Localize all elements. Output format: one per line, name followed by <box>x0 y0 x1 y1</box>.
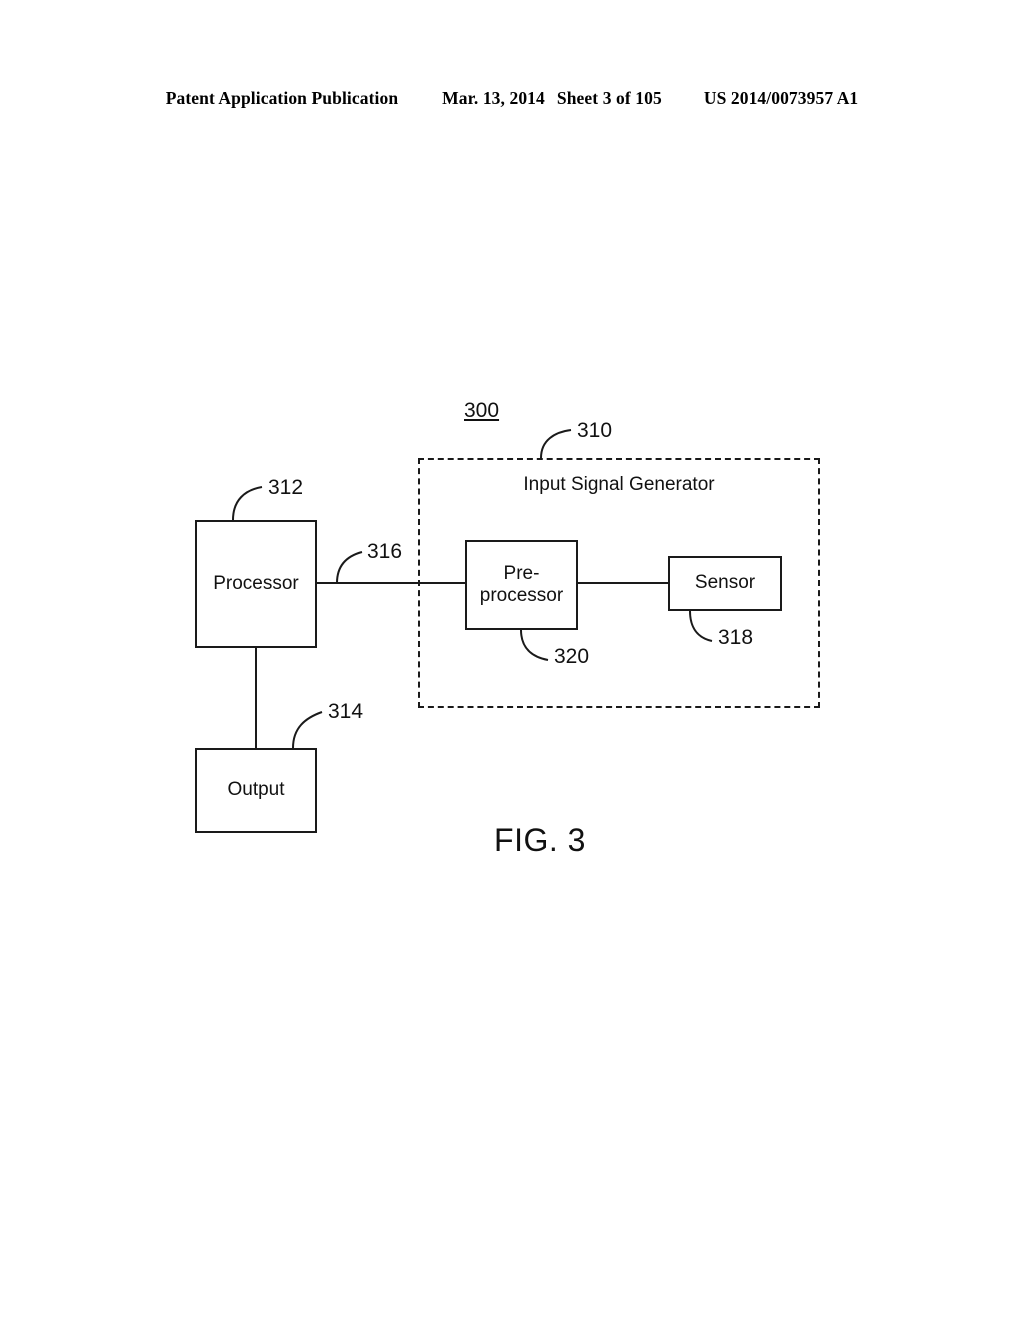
block-preprocessor-label: Pre-processor <box>480 563 563 608</box>
leader-line-312 <box>232 486 263 521</box>
reference-numeral-314: 314 <box>328 700 364 723</box>
block-preprocessor-label-line1: Pre- <box>503 562 540 584</box>
block-sensor-label: Sensor <box>694 572 756 594</box>
leader-line-316 <box>336 551 363 584</box>
block-processor-label: Processor <box>213 572 299 594</box>
reference-numeral-310: 310 <box>577 419 613 442</box>
block-sensor: Sensor <box>668 556 782 611</box>
connector-processor-to-preprocessor <box>317 582 465 584</box>
reference-numeral-316: 316 <box>367 540 403 563</box>
reference-numeral-300: 300 <box>464 399 500 422</box>
leader-line-314 <box>292 711 323 749</box>
figure-caption: FIG. 3 <box>494 822 586 858</box>
reference-numeral-320: 320 <box>554 645 590 668</box>
connector-preprocessor-to-sensor <box>578 582 668 584</box>
leader-line-310 <box>540 429 572 459</box>
block-preprocessor: Pre-processor <box>465 540 578 630</box>
reference-numeral-318: 318 <box>718 626 754 649</box>
block-output: Output <box>195 748 317 833</box>
block-preprocessor-label-line2: processor <box>479 585 564 606</box>
input-signal-generator-label: Input Signal Generator <box>523 474 715 495</box>
block-output-label: Output <box>227 779 285 801</box>
connector-processor-to-output <box>255 648 257 748</box>
block-processor: Processor <box>195 520 317 648</box>
reference-numeral-312: 312 <box>268 476 304 499</box>
patent-figure-3: 300 Input Signal Generator 310 Processor… <box>0 0 1024 1320</box>
